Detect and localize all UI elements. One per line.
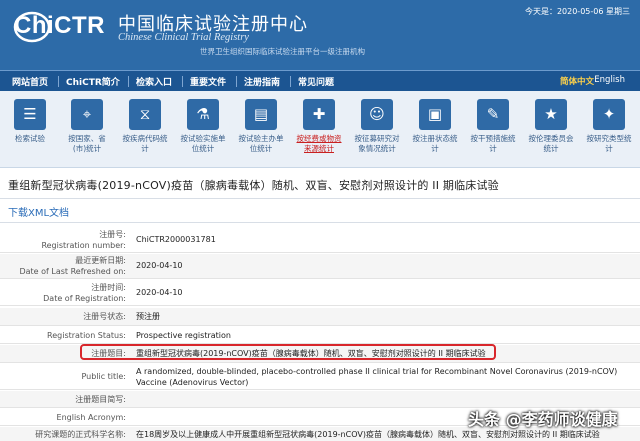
table-row: Public title: A randomized, double-blind… [0,364,640,390]
page-title: 重组新型冠状病毒(2019-nCOV)疫苗（腺病毒载体）随机、双盲、安慰剂对照设… [8,179,499,192]
tile-label: 按注册状态统计 [412,134,458,153]
nav-divider [182,76,183,87]
field-label-cn: 最近更新日期: [75,256,126,265]
highlight-box [80,344,496,360]
table-row: 最近更新日期: Date of Last Refreshed on: 2020-… [0,254,640,279]
tile-label: 按疾病代码统计 [122,134,168,153]
tile-label: 按研究类型统计 [586,134,632,153]
main-nav: 网站首页 ChiCTR简介 检索入口 重要文件 注册指南 常见问题 简体中文 E… [0,70,640,91]
statistics-toolbar: ☰ 检索试验 ⌖ 按国家、省 (市)统计 ⧖ 按疾病代码统计 ⚗ 按试验实施单 位统… [0,91,640,168]
field-label-cn: 注册号: [99,230,126,239]
table-row: Registration Status: Prospective registr… [0,327,640,344]
field-label-en: Date of Last Refreshed on: [19,267,126,276]
ethics-icon: ★ [535,99,567,130]
field-value: ChiCTR2000031781 [136,235,216,244]
watermark: 头条 @李药师谈健康 [468,410,618,429]
site-title-en: Chinese Clinical Trial Registry [118,32,249,43]
nav-documents[interactable]: 重要文件 [190,75,226,88]
tile-by-study-type[interactable]: ✦ 按研究类型统计 [579,99,639,154]
tile-by-intervention[interactable]: ✎ 按干预措施统计 [463,99,523,154]
tile-label: 按试验实施单 位统计 [180,134,226,153]
field-value: A randomized, double-blinded, placebo-co… [136,367,618,376]
field-label-en: Date of Registration: [43,294,126,303]
tile-label: 按国家、省 (市)统计 [68,134,106,153]
field-label: Registration Status: [47,331,126,340]
intervention-icon: ✎ [477,99,509,130]
nav-search[interactable]: 检索入口 [136,75,172,88]
download-xml-link[interactable]: 下载XML文档 [8,204,69,219]
tile-label: 按干预措施统计 [470,134,516,153]
status-icon: ▣ [419,99,451,130]
tile-label: 按经费或物资 来源统计 [296,134,342,153]
tile-by-status[interactable]: ▣ 按注册状态统计 [405,99,465,154]
tile-label: 检索试验 [15,134,45,143]
people-icon: ☺ [361,99,393,130]
nav-guide[interactable]: 注册指南 [244,75,280,88]
tile-by-sponsor[interactable]: ▤ 按试验主办单 位统计 [231,99,291,154]
field-label-cn: 注册时间: [91,283,126,292]
tile-by-country[interactable]: ⌖ 按国家、省 (市)统计 [57,99,117,154]
field-label: 注册号状态: [83,312,126,321]
tile-label: 按伦理委员会 统计 [528,134,574,153]
table-row: 注册号: Registration number: ChiCTR20000317… [0,228,640,253]
tile-label: 按征募研究对 象情况统计 [354,134,400,153]
logo-text: ChiCTR [14,12,105,39]
flask-icon: ⚗ [187,99,219,130]
field-value: 预注册 [136,312,160,321]
nav-divider [236,76,237,87]
dna-icon: ⧖ [129,99,161,130]
tile-by-institution[interactable]: ⚗ 按试验实施单 位统计 [173,99,233,154]
lang-english[interactable]: English [594,75,625,85]
tile-by-ethics[interactable]: ★ 按伦理委员会 统计 [521,99,581,154]
table-row: 注册号状态: 预注册 [0,308,640,326]
nav-about[interactable]: ChiCTR简介 [66,75,120,88]
field-value-line2: Vaccine (Adenovirus Vector) [136,378,249,387]
field-value: Prospective registration [136,331,231,340]
list-icon: ☰ [14,99,46,130]
nav-divider [128,76,129,87]
clipboard-icon: ▤ [245,99,277,130]
table-row: 注册时间: Date of Registration: 2020-04-10 [0,281,640,306]
field-label: 注册题目简写: [75,395,126,404]
tile-by-funding[interactable]: ✚ 按经费或物资 来源统计 [289,99,349,154]
medkit-icon: ✚ [303,99,335,130]
nav-home[interactable]: 网站首页 [12,75,48,88]
tile-by-disease[interactable]: ⧖ 按疾病代码统计 [115,99,175,154]
field-value: 在18周岁及以上健康成人中开展重组新型冠状病毒(2019-nCOV)疫苗（腺病毒… [136,430,600,439]
site-subtitle: 世界卫生组织国际临床试验注册平台一级注册机构 [200,47,365,56]
tile-search-trials[interactable]: ☰ 检索试验 [0,99,60,144]
field-value: 2020-04-10 [136,261,183,270]
nav-divider [58,76,59,87]
field-label: Public title: [81,372,126,381]
current-date: 今天是：2020-05-06 星期三 [524,7,630,16]
map-icon: ⌖ [71,99,103,130]
divider [0,198,640,199]
divider [0,222,640,223]
tile-label: 按试验主办单 位统计 [238,134,284,153]
site-header: ChiCTR 中国临床试验注册中心 Chinese Clinical Trial… [0,0,640,70]
study-type-icon: ✦ [593,99,625,130]
field-label: 研究课题的正式科学名称: [35,430,126,439]
nav-divider [290,76,291,87]
field-label: English Acronym: [56,413,126,422]
field-label-en: Registration number: [41,241,126,250]
nav-faq[interactable]: 常见问题 [298,75,334,88]
field-value: 2020-04-10 [136,288,183,297]
lang-chinese[interactable]: 简体中文 [560,75,594,87]
tile-by-recruitment[interactable]: ☺ 按征募研究对 象情况统计 [347,99,407,154]
